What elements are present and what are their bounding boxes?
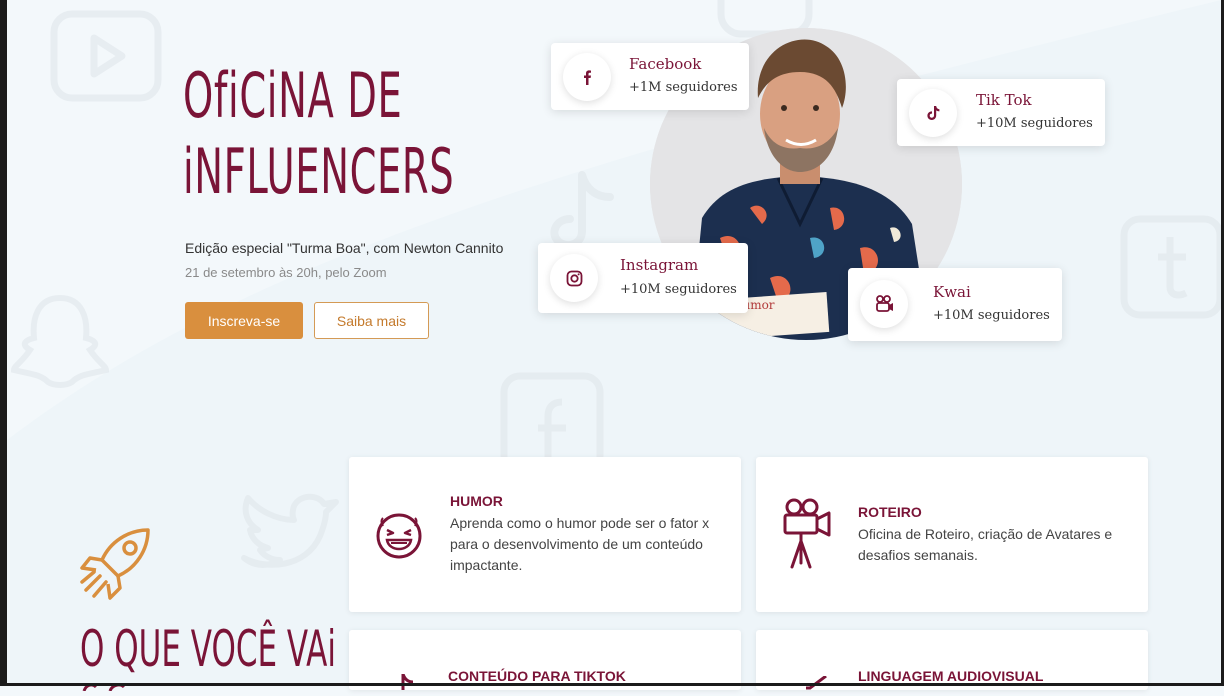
feature-card-tiktok: CONTEÚDO PARA TIKTOK (349, 630, 741, 690)
snapchat-bg-icon (10, 294, 110, 388)
learn-more-button[interactable]: Saiba mais (314, 302, 429, 339)
feature-title: CONTEÚDO PARA TIKTOK (448, 668, 626, 684)
feature-card-roteiro: ROTEIRO Oficina de Roteiro, criação de A… (756, 457, 1148, 612)
social-card-facebook: Facebook +1M seguidores (551, 43, 749, 110)
feature-title: ROTEIRO (858, 504, 922, 520)
instagram-icon (566, 270, 582, 286)
event-date: 21 de setembro às 20h, pelo Zoom (185, 265, 387, 280)
social-count: +10M seguidores (620, 282, 737, 297)
social-name: Facebook (629, 55, 702, 73)
hero-title-line1: OfiCiNA DE (183, 59, 403, 132)
social-card-instagram: Instagram +10M seguidores (538, 243, 748, 313)
window-frame-left (0, 0, 7, 686)
rocket-icon (80, 528, 150, 600)
laughing-face-icon (376, 513, 422, 559)
feature-title: LINGUAGEM AUDIOVISUAL (858, 668, 1044, 684)
tumblr-bg-icon (1120, 215, 1224, 319)
hero-title: OfiCiNA DE iNFLUENCERS (183, 58, 454, 210)
feature-description: Aprenda como o humor pode ser o fator x … (450, 515, 710, 573)
social-card-kwai: Kwai +10M seguidores (848, 268, 1062, 341)
social-name: Kwai (933, 283, 971, 301)
tiktok-icon-badge (909, 89, 957, 137)
social-count: +1M seguidores (629, 80, 738, 95)
feature-card-humor: HUMOR Aprenda como o humor pode ser o fa… (349, 457, 741, 612)
social-name: Instagram (620, 256, 699, 274)
feature-title: HUMOR (450, 493, 503, 509)
kwai-icon-badge (860, 280, 908, 328)
facebook-icon (584, 70, 591, 85)
social-count: +10M seguidores (933, 308, 1050, 323)
feature-description: Oficina de Roteiro, criação de Avatares … (858, 526, 1113, 563)
twitter-bg-icon (241, 493, 339, 568)
youtube-bg-icon (50, 10, 162, 102)
feature-card-linguagem: LINGUAGEM AUDIOVISUAL (756, 630, 1148, 690)
social-count: +10M seguidores (976, 116, 1093, 131)
hero-title-line2: iNFLUENCERS (183, 135, 455, 208)
hero-subtitle: Edição especial "Turma Boa", com Newton … (185, 240, 504, 256)
kwai-icon (876, 295, 893, 312)
signup-button[interactable]: Inscreva-se (185, 302, 303, 339)
movie-camera-icon (783, 498, 831, 569)
tiktok-icon (927, 106, 940, 120)
social-card-tiktok: Tik Tok +10M seguidores (897, 79, 1105, 146)
tiktok-icon (401, 674, 414, 690)
section-title: O QUE VOCÊ VAi (80, 620, 336, 678)
instagram-icon-badge (550, 254, 598, 302)
social-name: Tik Tok (976, 91, 1032, 109)
facebook-icon-badge (563, 53, 611, 101)
